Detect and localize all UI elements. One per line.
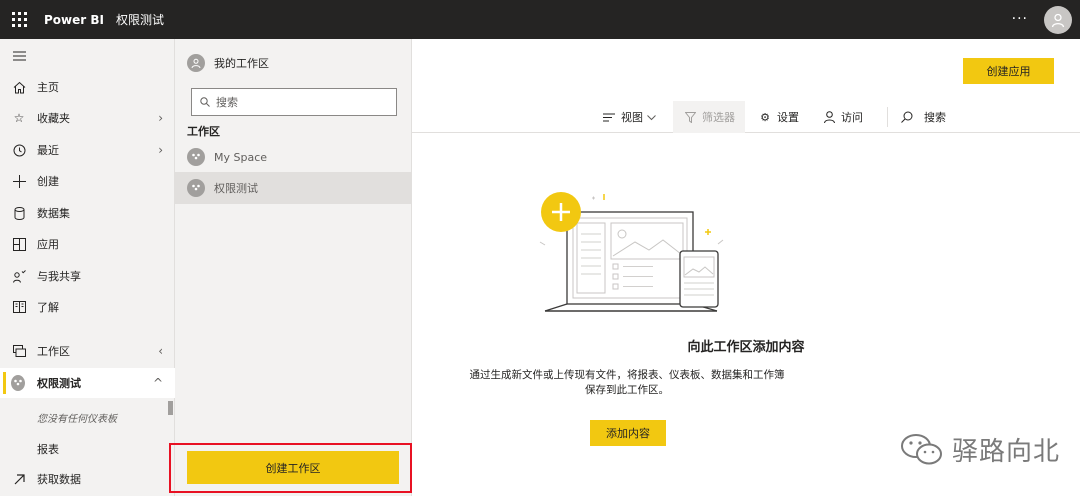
workspace-item-my-space[interactable]: My Space xyxy=(175,141,412,173)
create-app-button[interactable]: 创建应用 xyxy=(963,58,1054,84)
wechat-icon xyxy=(901,433,942,464)
view-menu[interactable]: 视图 xyxy=(602,101,656,133)
user-avatar[interactable] xyxy=(1044,6,1072,34)
search-icon xyxy=(900,111,914,123)
watermark: 驿路向北 xyxy=(900,431,1060,468)
top-bar: Power BI 权限测试 ··· xyxy=(0,0,1080,39)
empty-state-description: 通过生成新文件或上传现有文件，将报表、仪表板、数据集和工作簿 保存到此工作区。 xyxy=(452,368,802,398)
filter-button[interactable]: 筛选器 xyxy=(673,101,745,133)
watermark-text: 驿路向北 xyxy=(952,437,1061,467)
nav-collapse-button[interactable] xyxy=(0,41,175,71)
nav-item-shared[interactable]: 与我共享 xyxy=(0,261,175,291)
workspaces-heading: 工作区 xyxy=(187,125,220,138)
chevron-down-icon xyxy=(647,111,656,124)
workspace-search-input[interactable]: 搜索 xyxy=(191,88,397,116)
toolbar-divider xyxy=(887,107,888,127)
empty-workspace-illustration xyxy=(539,192,724,312)
nav-item-create[interactable]: 创建 xyxy=(0,166,175,196)
star-icon: ☆ xyxy=(13,111,25,125)
search-icon xyxy=(200,97,210,107)
empty-state-title: 向此工作区添加内容 xyxy=(687,340,805,355)
workspaces-icon xyxy=(12,344,26,358)
nav-label-recent: 最近 xyxy=(37,144,59,157)
arrow-up-right-icon xyxy=(12,472,26,486)
apps-icon xyxy=(12,237,26,251)
nav-item-favorites[interactable]: ☆ 收藏夹 › xyxy=(0,103,175,133)
workspace-avatar-icon xyxy=(187,148,205,166)
nav-item-learn[interactable]: 了解 xyxy=(0,292,175,322)
nav-item-workspaces[interactable]: 工作区 ‹ xyxy=(0,336,175,366)
nav-label-workspaces: 工作区 xyxy=(37,345,70,358)
add-content-button[interactable]: 添加内容 xyxy=(590,420,666,446)
chevron-right-icon: › xyxy=(158,111,163,125)
current-workspace-title: 权限测试 xyxy=(115,13,164,27)
access-button[interactable]: 访问 xyxy=(822,101,863,133)
nav-item-apps[interactable]: 应用 xyxy=(0,229,175,259)
filter-label: 筛选器 xyxy=(702,111,735,124)
workspace-name: My Space xyxy=(214,150,268,164)
nav-item-get-data[interactable]: 获取数据 xyxy=(0,464,175,494)
nav-scrollbar[interactable] xyxy=(168,401,173,415)
workspace-avatar-icon xyxy=(187,179,205,197)
person-icon xyxy=(187,54,205,72)
search-placeholder: 搜索 xyxy=(216,96,238,109)
nav-label-create: 创建 xyxy=(37,175,59,188)
filter-icon xyxy=(683,111,697,123)
nav-item-current-workspace[interactable]: 权限测试 ^ xyxy=(0,368,175,398)
nav-label-learn: 了解 xyxy=(37,301,59,314)
nav-label-reports: 报表 xyxy=(37,443,59,456)
view-label: 视图 xyxy=(621,111,643,124)
create-workspace-button[interactable]: 创建工作区 xyxy=(187,451,399,484)
nav-label-favorites: 收藏夹 xyxy=(37,112,70,125)
my-workspace-item[interactable]: 我的工作区 xyxy=(187,54,269,72)
description-line-1: 通过生成新文件或上传现有文件，将报表、仪表板、数据集和工作簿 xyxy=(469,369,785,381)
app-launcher-icon[interactable] xyxy=(0,0,38,39)
person-icon xyxy=(822,111,836,123)
my-workspace-label: 我的工作区 xyxy=(214,57,269,70)
book-icon xyxy=(12,300,26,314)
settings-button[interactable]: ⚙ 设置 xyxy=(758,101,799,133)
nav-label-home: 主页 xyxy=(37,81,59,94)
chevron-up-icon: ^ xyxy=(152,376,163,390)
search-label: 搜索 xyxy=(924,111,946,124)
home-icon xyxy=(12,80,26,94)
nav-item-home[interactable]: 主页 xyxy=(0,72,175,102)
nav-item-reports[interactable]: 报表 xyxy=(0,434,175,464)
nav-label-shared: 与我共享 xyxy=(37,270,81,283)
left-navigation: 主页 ☆ 收藏夹 › 最近 › 创建 数据集 应用 与我共享 了解 工作区 ‹ … xyxy=(0,39,175,496)
view-lines-icon xyxy=(602,113,616,122)
access-label: 访问 xyxy=(841,111,863,124)
person-icon xyxy=(1051,13,1065,28)
workspace-flyout: 我的工作区 搜索 工作区 My Space 权限测试 创建工作区 xyxy=(169,39,412,496)
nav-label-datasets: 数据集 xyxy=(37,207,70,220)
workspace-item-current[interactable]: 权限测试 xyxy=(175,172,412,204)
main-search-button[interactable]: 搜索 xyxy=(900,101,946,133)
empty-dashboards-text: 您没有任何仪表板 xyxy=(37,414,117,425)
chevron-right-icon: › xyxy=(158,143,163,157)
nav-item-recent[interactable]: 最近 › xyxy=(0,135,175,165)
main-content: 创建应用 视图 筛选器 ⚙ 设置 访问 搜索 向此工作区添加内容 通过生成新文件… xyxy=(412,39,1080,496)
settings-label: 设置 xyxy=(777,111,799,124)
hamburger-icon xyxy=(12,49,26,63)
nav-item-datasets[interactable]: 数据集 xyxy=(0,198,175,228)
chevron-left-icon: ‹ xyxy=(158,344,163,358)
more-options-icon[interactable]: ··· xyxy=(1012,11,1028,27)
database-icon xyxy=(12,206,26,220)
nav-label-apps: 应用 xyxy=(37,238,59,251)
clock-icon xyxy=(12,143,26,157)
workspace-name: 权限测试 xyxy=(214,182,258,195)
nav-label-current-workspace: 权限测试 xyxy=(37,377,81,390)
brand-name[interactable]: Power BI xyxy=(44,13,104,27)
active-indicator xyxy=(3,372,6,394)
plus-icon xyxy=(12,174,26,188)
workspace-toolbar: 视图 筛选器 ⚙ 设置 访问 搜索 xyxy=(412,101,1080,133)
description-line-2: 保存到此工作区。 xyxy=(585,384,669,396)
workspace-avatar-icon xyxy=(11,375,25,391)
nav-label-get-data: 获取数据 xyxy=(37,473,81,486)
share-icon xyxy=(12,269,26,283)
gear-icon: ⚙ xyxy=(760,110,770,124)
